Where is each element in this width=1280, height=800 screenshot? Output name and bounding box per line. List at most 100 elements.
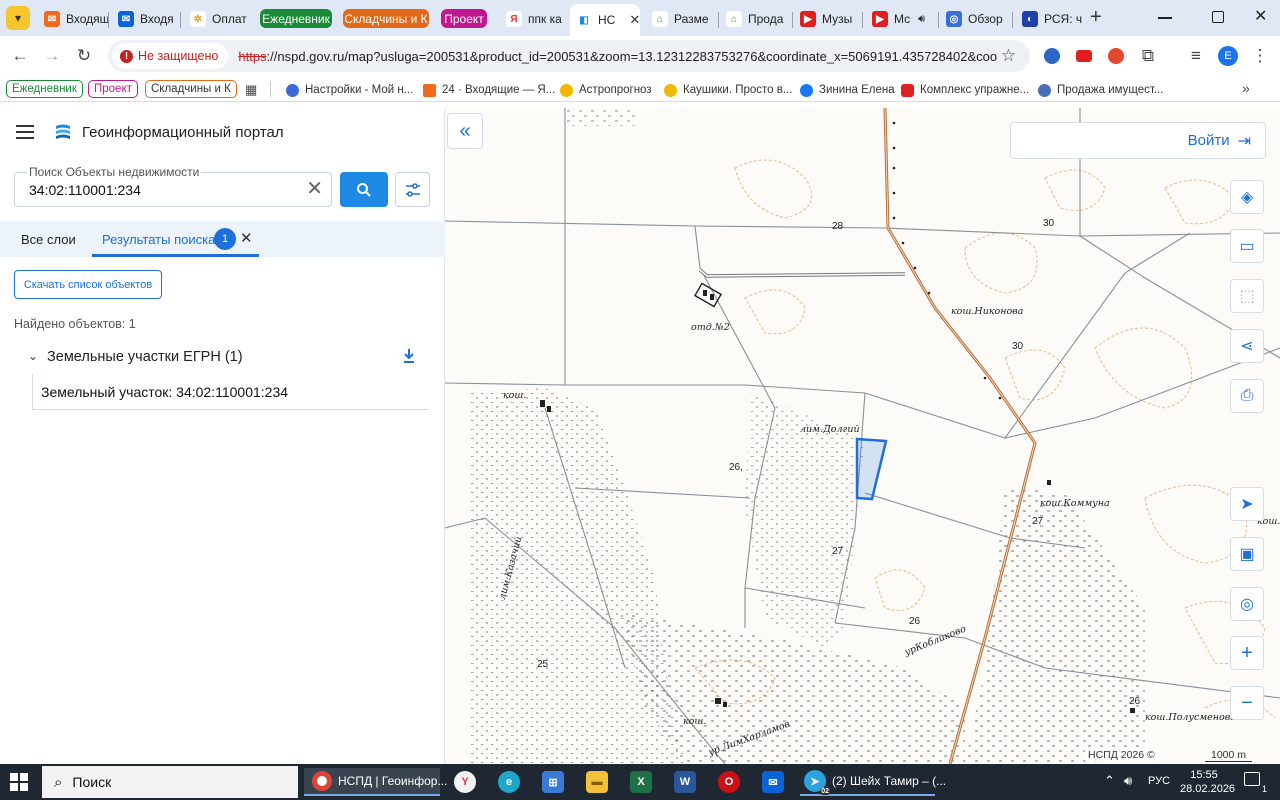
download-list-button[interactable]: Скачать список объектов (14, 270, 162, 299)
bookmark-zinina[interactable]: Зинина Елена (800, 81, 895, 99)
restore-button[interactable] (1212, 11, 1224, 23)
result-item-label: Земельный участок: 34:02:110001:234 (41, 384, 289, 400)
taskbar-mail[interactable]: ✉ (762, 768, 790, 796)
tab-overview[interactable]: ◎ Обзор (940, 6, 1012, 32)
tab-close-icon[interactable]: ✕ (629, 12, 640, 28)
menu-button[interactable]: ⋮ (1248, 44, 1272, 68)
close-results-icon[interactable]: ✕ (240, 229, 253, 247)
taskbar-search[interactable]: ⌕ Поиск (42, 766, 298, 798)
speaker-icon[interactable]: 🔊︎ (918, 13, 925, 26)
forward-button[interactable]: → (40, 44, 64, 68)
media-button[interactable]: ≡ (1184, 44, 1208, 68)
taskbar-explorer[interactable]: ▬ (586, 768, 614, 796)
area-select-button[interactable]: ⬚ (1230, 279, 1264, 313)
tab-youtube-2[interactable]: ▶ Мс 🔊︎ (866, 6, 938, 32)
tab-domclick-2[interactable]: ⌂ Прода (720, 6, 790, 32)
tab-payment[interactable]: ✲ Оплат (184, 6, 254, 32)
bookmark-folder-skladchiny[interactable]: Складчины и К (145, 80, 237, 98)
filter-button[interactable] (395, 172, 430, 207)
bookmark-star-icon[interactable]: ☆ (1001, 46, 1016, 66)
tab-group-proekt[interactable]: Проект (441, 9, 487, 28)
reload-button[interactable]: ↻ (72, 44, 96, 68)
search-button[interactable] (340, 172, 388, 207)
extension-3-button[interactable] (1104, 44, 1128, 68)
menu-icon[interactable] (16, 125, 34, 139)
layers-button[interactable]: ◈ (1230, 180, 1264, 214)
tray-chevron-icon[interactable]: ⌃ (1104, 773, 1115, 789)
zoom-in-button[interactable]: + (1230, 636, 1264, 670)
tab-outlook[interactable]: ✉ Входя (112, 6, 178, 32)
tab-all-layers[interactable]: Все слои (21, 232, 76, 247)
taskbar-telegram[interactable]: ➤ 02 (2) Шейх Тамир – (... (800, 768, 946, 796)
back-button[interactable]: ← (8, 44, 32, 68)
bookmark-kompleks[interactable]: Комплекс упражне... (901, 81, 1029, 99)
tab-search-button[interactable]: ▾ (6, 6, 30, 30)
tab-mail[interactable]: ✉ Входящ (38, 6, 108, 32)
bookmark-folder-proekt[interactable]: Проект (88, 80, 138, 98)
apps-grid-icon[interactable]: ▦ (245, 82, 257, 98)
tab-rsya[interactable]: ◐ РСЯ: ч (1016, 6, 1082, 32)
security-chip[interactable]: ! Не защищено (112, 43, 229, 69)
taskbar-chrome[interactable]: НСПД | Геоинфор... (304, 768, 447, 796)
zoom-out-button[interactable]: − (1230, 686, 1264, 720)
chevron-down-icon[interactable]: ⌄ (28, 349, 38, 363)
collapse-panel-button[interactable]: « (447, 113, 483, 149)
tab-group-ezhednevnik[interactable]: Ежедневник (260, 9, 332, 28)
windows-taskbar: ⌕ Поиск НСПД | Геоинфор... Y e ⊞ ▬ X W O… (0, 764, 1280, 800)
result-group-title[interactable]: Земельные участки ЕГРН (1) (47, 349, 243, 365)
tab-domclick-1[interactable]: ⌂ Разме (646, 6, 716, 32)
minimize-button[interactable] (1158, 10, 1172, 24)
tab-yandex[interactable]: Я ппк ка (500, 6, 568, 32)
clear-icon[interactable]: ✕ (306, 179, 323, 199)
tab-youtube-music[interactable]: ▶ Музы (794, 6, 856, 32)
map-label: кош.Полусменова (1145, 712, 1236, 723)
tab-group-skladchiny[interactable]: Складчины и К (343, 9, 429, 28)
share-button[interactable]: ⋖ (1230, 329, 1264, 363)
bookmark-astroprognoz[interactable]: Астропрогноз (560, 81, 652, 99)
bookmark-prodazha[interactable]: Продажа имущест... (1038, 81, 1163, 99)
extension-1-button[interactable] (1040, 44, 1064, 68)
arrow-right-icon: → (43, 46, 61, 65)
extensions-button[interactable]: ⧉ (1136, 44, 1160, 68)
taskbar-excel[interactable]: X (630, 768, 658, 796)
minimap-button[interactable]: ▣ (1230, 537, 1264, 571)
speaker-icon[interactable]: 🔊︎ (1124, 773, 1132, 789)
login-button[interactable]: Войти ⇥ (1010, 122, 1266, 159)
bookmark-kaushiki[interactable]: Каушики. Просто в... (664, 81, 792, 99)
bookmark-folder-ezhednevnik[interactable]: Ежедневник (6, 80, 83, 98)
geolocation-button[interactable]: ◎ (1230, 587, 1264, 621)
url-text[interactable]: https://nspd.gov.ru/map?usluga=200531&pr… (238, 49, 998, 64)
taskbar-store[interactable]: ⊞ (542, 768, 570, 796)
close-window-button[interactable]: ✕ (1254, 6, 1267, 26)
tab-search-results[interactable]: Результаты поиска (102, 232, 215, 247)
language-indicator[interactable]: РУС (1148, 775, 1170, 787)
notifications-button[interactable]: 1 (1244, 772, 1267, 794)
more-bookmarks-icon[interactable]: » (1242, 80, 1250, 96)
new-tab-button[interactable]: + (1090, 6, 1102, 29)
search-value[interactable]: 34:02:110001:234 (29, 182, 141, 198)
elevation-label: 30 (1043, 218, 1055, 229)
address-bar[interactable]: ! Не защищено https://nspd.gov.ru/map?us… (108, 40, 1030, 72)
map-view[interactable]: отд.№2 кош.Никонова лим.Долгий кош.Комму… (445, 108, 1280, 764)
taskbar-opera[interactable]: O (718, 768, 746, 796)
taskbar-word[interactable]: W (674, 768, 702, 796)
extension-youtube-button[interactable] (1072, 44, 1096, 68)
download-icon[interactable] (402, 348, 416, 364)
bookmark-nastroyki[interactable]: Настройки - Мой н... (286, 81, 413, 99)
bookmark-inbox[interactable]: 24 · Входящие — Я... (423, 81, 555, 99)
start-button[interactable] (10, 773, 28, 791)
profile-button[interactable]: E (1216, 44, 1240, 68)
taskbar-clock[interactable]: 15:55 28.02.2026 (1180, 768, 1235, 796)
ruler-button[interactable]: ▭ (1230, 229, 1264, 263)
print-button[interactable]: ⎙ (1230, 379, 1264, 413)
tab-nspd-active[interactable]: ◧ НС ✕ (570, 4, 640, 36)
navigate-button[interactable]: ➤ (1230, 487, 1264, 521)
taskbar-yandex-browser[interactable]: Y (454, 768, 482, 796)
taskbar-edge[interactable]: e (498, 768, 526, 796)
yandex-icon: Я (506, 11, 522, 27)
search-input[interactable]: Поиск Объекты недвижимости 34:02:110001:… (14, 165, 332, 207)
facebook-icon (800, 83, 813, 97)
result-list-item[interactable]: Земельный участок: 34:02:110001:234 (32, 374, 429, 410)
mail-icon: ✉ (762, 771, 784, 793)
more-vertical-icon: ⋮ (1251, 46, 1269, 65)
